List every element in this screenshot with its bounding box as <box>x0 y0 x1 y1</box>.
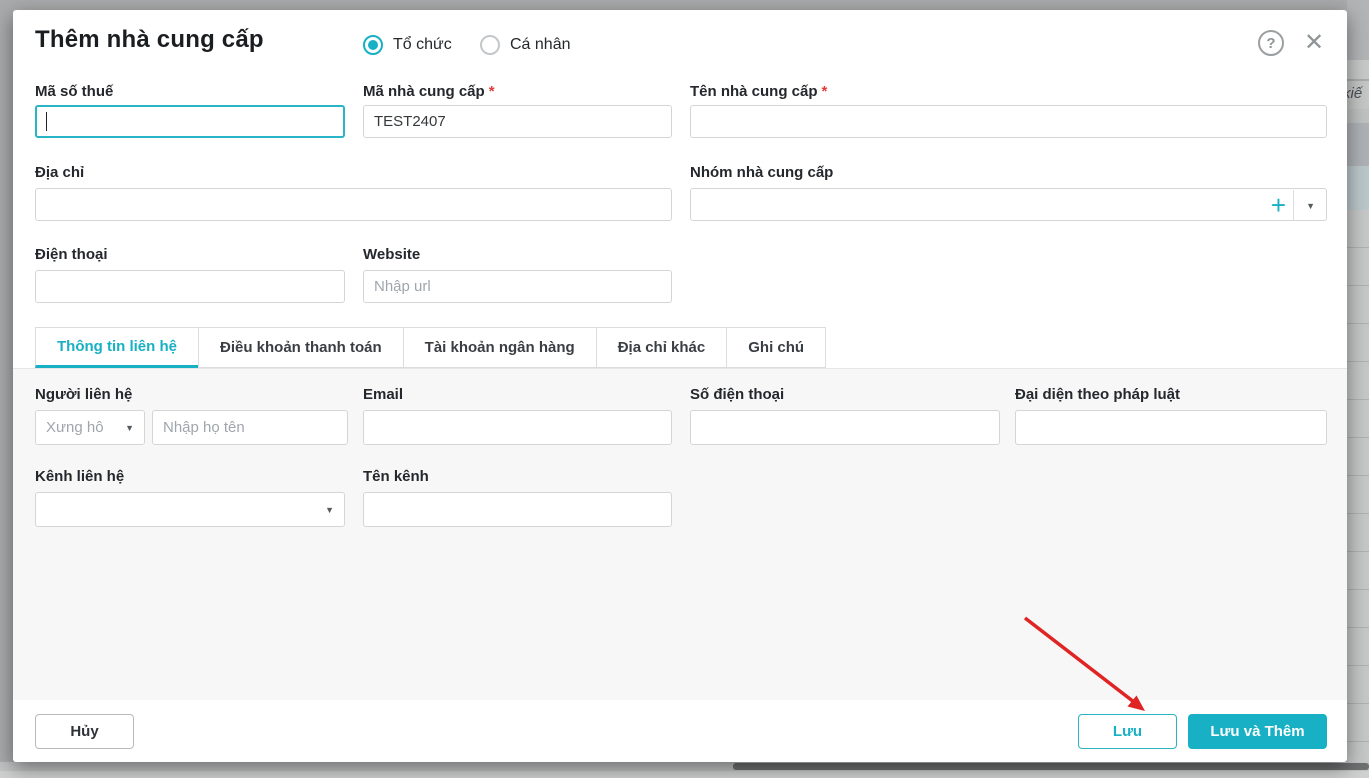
legal-representative-label: Đại diện theo pháp luật <box>1015 386 1181 403</box>
salutation-select[interactable]: Xưng hô ▼ <box>35 410 145 445</box>
radio-label: Cá nhân <box>510 36 571 53</box>
background-partial-text: kiế <box>1347 85 1363 102</box>
tab-payment-terms[interactable]: Điều khoản thanh toán <box>198 327 404 368</box>
contact-channel-label: Kênh liên hệ <box>35 468 125 485</box>
radio-label: Tổ chức <box>393 36 452 53</box>
save-button[interactable]: Lưu <box>1078 714 1177 749</box>
supplier-group-combobox[interactable]: + ▼ <box>690 188 1327 221</box>
save-and-add-button[interactable]: Lưu và Thêm <box>1188 714 1327 749</box>
background-page-sliver: kiế <box>1347 0 1369 778</box>
chevron-down-icon: ▼ <box>125 422 134 433</box>
background-band <box>1347 0 1369 60</box>
chevron-down-icon[interactable]: ▼ <box>1306 201 1315 211</box>
address-input[interactable] <box>35 188 672 221</box>
contact-name-input[interactable] <box>152 410 348 445</box>
phone-label: Điện thoại <box>35 246 108 263</box>
tab-bar: Thông tin liên hệ Điều khoản thanh toán … <box>35 327 827 368</box>
tax-code-input[interactable] <box>35 105 345 138</box>
radio-selected-icon[interactable] <box>363 35 383 55</box>
channel-name-label: Tên kênh <box>363 468 429 485</box>
background-band <box>1347 123 1369 166</box>
background-scrollbar-thumb[interactable] <box>733 763 1369 770</box>
radio-unselected-icon[interactable] <box>480 35 500 55</box>
website-label: Website <box>363 246 421 263</box>
tab-contact-info[interactable]: Thông tin liên hệ <box>35 327 199 368</box>
channel-name-input[interactable] <box>363 492 672 527</box>
supplier-group-label: Nhóm nhà cung cấp <box>690 164 834 181</box>
help-icon[interactable]: ? <box>1258 30 1284 56</box>
text-cursor <box>46 112 47 131</box>
website-input[interactable] <box>363 270 672 303</box>
supplier-name-input[interactable] <box>690 105 1327 138</box>
required-marker: * <box>821 83 828 100</box>
close-icon[interactable]: ✕ <box>1301 28 1327 56</box>
background-band <box>1347 109 1369 123</box>
add-supplier-modal: Thêm nhà cung cấp Tổ chức Cá nhân ? ✕ Mã… <box>13 10 1347 762</box>
email-label: Email <box>363 386 404 403</box>
add-group-icon[interactable]: + <box>1271 190 1286 221</box>
chevron-down-icon: ▼ <box>325 504 334 515</box>
background-band <box>1347 60 1369 79</box>
background-band <box>1347 166 1369 210</box>
contact-phone-label: Số điện thoại <box>690 386 785 403</box>
radio-option-individual[interactable]: Cá nhân <box>480 35 571 55</box>
email-input[interactable] <box>363 410 672 445</box>
background-text-row: kiế <box>1347 81 1369 109</box>
phone-input[interactable] <box>35 270 345 303</box>
background-table-rows <box>1347 210 1369 762</box>
contact-phone-input[interactable] <box>690 410 1000 445</box>
tab-other-address[interactable]: Địa chỉ khác <box>595 327 728 368</box>
legal-representative-input[interactable] <box>1015 410 1327 445</box>
contact-person-label: Người liên hệ <box>35 386 133 403</box>
supplier-code-label: Mã nhà cung cấp * <box>363 83 495 100</box>
supplier-name-label: Tên nhà cung cấp * <box>690 83 828 100</box>
address-label: Địa chỉ <box>35 164 85 181</box>
modal-title: Thêm nhà cung cấp <box>35 26 264 53</box>
cancel-button[interactable]: Hủy <box>35 714 134 749</box>
combobox-divider <box>1293 190 1294 221</box>
supplier-code-input[interactable] <box>363 105 672 138</box>
tax-code-label: Mã số thuế <box>35 83 114 100</box>
background-bottom-strip <box>0 771 1369 778</box>
required-marker: * <box>488 83 495 100</box>
contact-channel-select[interactable]: ▼ <box>35 492 345 527</box>
tab-bank-accounts[interactable]: Tài khoản ngân hàng <box>402 327 597 368</box>
radio-option-organization[interactable]: Tổ chức <box>363 35 452 55</box>
tab-notes[interactable]: Ghi chú <box>726 327 827 368</box>
